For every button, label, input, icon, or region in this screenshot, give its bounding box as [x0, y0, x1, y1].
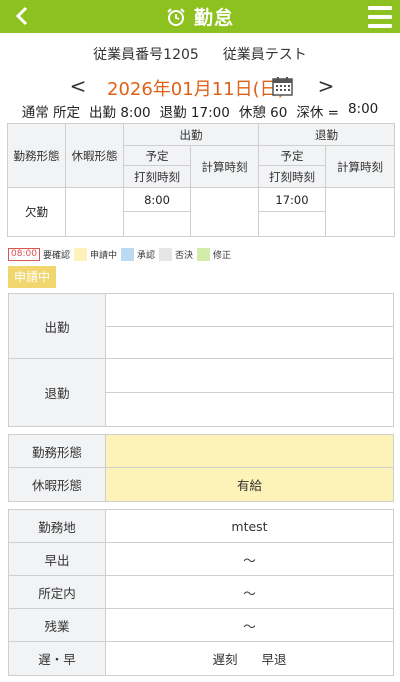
legend-label-check: 要確認 [42, 250, 70, 261]
attendance-grid: 勤務形態 休暇形態 出勤 退勤 予定 計算時刻 予定 計算時刻 打刻時刻 打刻時… [7, 123, 395, 237]
type-row-kinmu: 勤務形態 [9, 435, 393, 468]
hamburger-menu-icon [368, 6, 392, 10]
type-section: 勤務形態 休暇形態 有給 [8, 434, 394, 502]
legend-swatch-pending [73, 247, 87, 261]
time-in-input-2[interactable] [106, 327, 393, 359]
legend-swatch-rejected [158, 247, 172, 261]
grid-cell-out-yotei: 17:00 [258, 187, 326, 212]
detail-row-overtime: 残業 〜 [9, 609, 393, 642]
type-row-kyuka: 休暇形態 有給 [9, 468, 393, 501]
next-day-button[interactable]: > [316, 74, 336, 98]
time-out-input-2[interactable] [106, 393, 393, 426]
detail-section: 勤務地 mtest 早出 〜 所定内 〜 残業 〜 遅・早 遅刻 早退 [8, 509, 394, 676]
early-value[interactable]: 〜 [106, 543, 393, 575]
late-early-label: 遅・早 [9, 642, 106, 675]
overtime-value[interactable]: 〜 [106, 609, 393, 641]
alarm-clock-icon [167, 7, 185, 26]
scheduled-label: 所定内 [9, 576, 106, 608]
grid-header-taikin: 退勤 [258, 123, 395, 146]
grid-header-in-keisan: 計算時刻 [190, 145, 259, 188]
grid-header-out-keisan: 計算時刻 [325, 145, 395, 188]
late-toggle[interactable]: 遅刻 [212, 649, 237, 668]
grid-header-shukkin: 出勤 [123, 123, 259, 146]
grid-header-out-yotei: 予定 [258, 145, 326, 166]
legend-sample-time: 08:00 [8, 247, 40, 261]
status-legend: 08:00 要確認 申請中 承認 否決 修正 [8, 247, 231, 261]
grid-cell-in-keisan [190, 187, 259, 237]
location-value[interactable]: mtest [106, 510, 393, 542]
legend-label-approved: 承認 [136, 250, 155, 261]
grid-header-in-dakoku: 打刻時刻 [123, 165, 191, 188]
summary-pattern: 通常 所定 [21, 105, 81, 121]
schedule-summary: 通常 所定 出勤 8:00 退勤 17:00 休憩 60 深休 = 8:00 [0, 101, 400, 121]
time-row-out: 退勤 [9, 359, 393, 426]
detail-row-early: 早出 〜 [9, 543, 393, 576]
kyuka-label: 休暇形態 [9, 468, 106, 501]
page-title: 勤怠 [193, 7, 234, 29]
time-in-input-1[interactable] [106, 294, 393, 327]
grid-header-in-yotei: 予定 [123, 145, 191, 166]
kinmu-label: 勤務形態 [9, 435, 106, 467]
kinmu-select[interactable] [106, 435, 393, 467]
summary-break: 休憩 60 [238, 105, 288, 121]
employee-number: 従業員番号1205 [93, 47, 199, 63]
grid-cell-out-keisan [325, 187, 395, 237]
calendar-icon[interactable] [272, 76, 293, 96]
location-label: 勤務地 [9, 510, 106, 542]
header-title-group: 勤怠 [0, 0, 400, 33]
time-out-input-1[interactable] [106, 359, 393, 393]
early-label: 早出 [9, 543, 106, 575]
kyuka-select[interactable]: 有給 [106, 468, 393, 501]
summary-late-night: 深休 = [296, 105, 339, 121]
app-header: 勤怠 [0, 0, 400, 33]
early-leave-toggle[interactable]: 早退 [262, 649, 287, 668]
legend-swatch-modified [197, 247, 210, 261]
grid-cell-kinmu: 欠勤 [7, 187, 66, 237]
summary-clock-out: 退勤 17:00 [159, 105, 230, 121]
time-entry-section: 出勤 退勤 [8, 293, 394, 427]
grid-cell-kyuka [65, 187, 124, 237]
scheduled-value[interactable]: 〜 [106, 576, 393, 608]
legend-swatch-approved [120, 247, 134, 261]
date-navigation: < 2026年01月11日(日) > [0, 74, 400, 100]
grid-header-kinmu: 勤務形態 [7, 123, 66, 188]
grid-header-kyuka: 休暇形態 [65, 123, 124, 188]
detail-row-location: 勤務地 mtest [9, 510, 393, 543]
menu-button[interactable] [368, 6, 392, 28]
employee-name: 従業員テスト [222, 47, 307, 63]
time-row-in: 出勤 [9, 294, 393, 359]
legend-label-rejected: 否決 [174, 250, 193, 261]
grid-cell-in-yotei: 8:00 [123, 187, 191, 212]
summary-late-night-value: 8:00 [347, 101, 379, 117]
legend-label-modified: 修正 [213, 250, 232, 261]
detail-row-scheduled: 所定内 〜 [9, 576, 393, 609]
summary-clock-in: 出勤 8:00 [89, 105, 151, 121]
overtime-label: 残業 [9, 609, 106, 641]
time-in-label: 出勤 [9, 294, 106, 358]
employee-info: 従業員番号1205 従業員テスト [0, 44, 400, 64]
detail-row-late-early: 遅・早 遅刻 早退 [9, 642, 393, 675]
prev-day-button[interactable]: < [68, 74, 88, 98]
grid-cell-in-dakoku [123, 211, 191, 237]
current-date: 2026年01月11日(日) [107, 79, 285, 100]
legend-label-pending: 申請中 [89, 250, 117, 261]
time-out-label: 退勤 [9, 359, 106, 426]
status-badge: 申請中 [8, 266, 56, 288]
grid-cell-out-dakoku [258, 211, 326, 237]
grid-header-out-dakoku: 打刻時刻 [258, 165, 326, 188]
late-early-value: 遅刻 早退 [106, 642, 393, 675]
